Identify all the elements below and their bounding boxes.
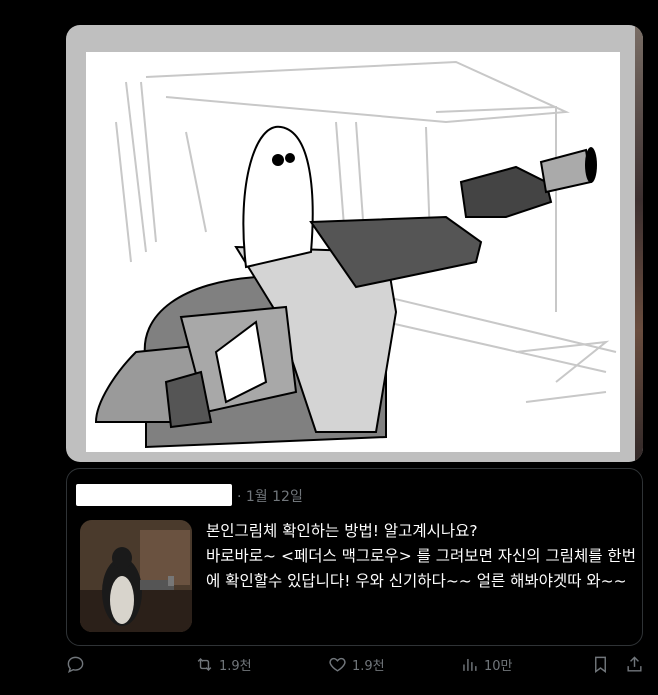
like-count: 1.9천 — [352, 659, 385, 674]
redacted-author-name — [76, 484, 232, 506]
share-button[interactable] — [625, 655, 644, 674]
retweet-count: 1.9천 — [219, 659, 252, 674]
reply-button[interactable] — [66, 655, 85, 674]
quoted-tweet[interactable]: · 1월 12일 본인그림체 확인하는 방법! 알고계시나요? 바로바로~ <페… — [66, 468, 643, 646]
tweet-action-bar: 1.9천 1.9천 10만 — [0, 655, 658, 687]
share-icon — [627, 656, 642, 672]
bookmark-button[interactable] — [591, 655, 610, 674]
next-image-preview[interactable] — [635, 25, 643, 462]
sketch-drawing — [86, 52, 620, 452]
retweet-button[interactable]: 1.9천 — [195, 655, 252, 674]
quote-text: 본인그림체 확인하는 방법! 알고계시나요? 바로바로~ <페더스 맥그로우> … — [206, 522, 636, 590]
like-button[interactable]: 1.9천 — [328, 655, 385, 674]
heart-icon — [329, 657, 346, 672]
quote-thumbnail[interactable] — [80, 520, 192, 632]
views-chart-icon — [463, 658, 477, 671]
quote-date: · 1월 12일 — [237, 489, 303, 505]
tweet-media-image[interactable] — [66, 25, 643, 462]
reply-icon — [67, 656, 84, 673]
bookmark-icon — [595, 656, 606, 674]
views-button[interactable]: 10만 — [460, 655, 513, 674]
views-count: 10만 — [484, 659, 513, 674]
retweet-icon — [197, 657, 212, 672]
